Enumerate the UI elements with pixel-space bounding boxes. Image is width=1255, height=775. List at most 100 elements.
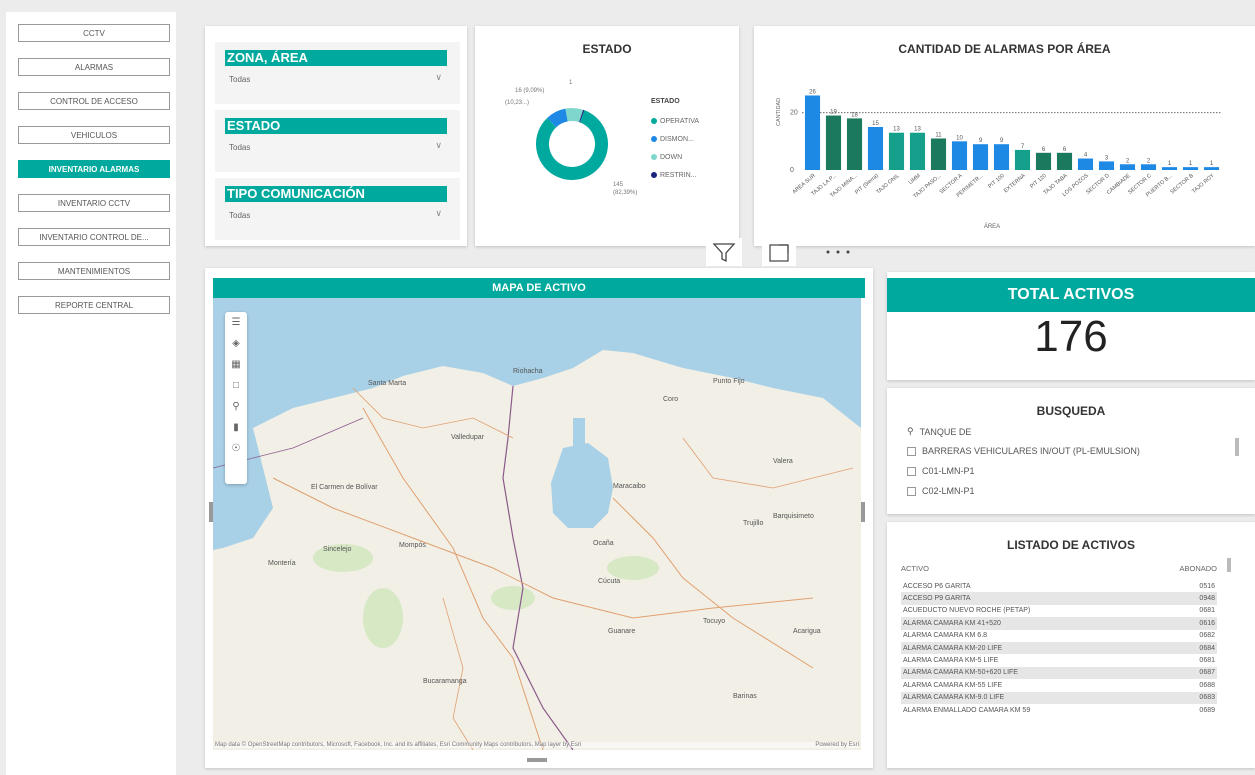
chevron-down-icon[interactable]: ∨ — [435, 140, 442, 151]
bar-data-label: 13 — [893, 127, 900, 133]
estado-chart-card[interactable]: ESTADO 145 (82,39%) 16 (9,09%) (10,23...) 1 … — [475, 26, 739, 246]
table-row[interactable]: ACCESO P9 GARITA 0948 — [901, 592, 1217, 605]
nav-button[interactable]: MANTENIMIENTOS — [18, 262, 170, 280]
cell-abonado: 0687 — [1199, 669, 1215, 677]
y-axis-label: CANTIDAD — [776, 98, 782, 126]
bar[interactable] — [972, 144, 989, 170]
nav-button[interactable]: INVENTARIO CONTROL DE... — [18, 228, 170, 246]
bar[interactable] — [1161, 167, 1178, 170]
bar[interactable] — [888, 132, 905, 170]
bar-data-label: 13 — [914, 127, 921, 133]
resize-handle[interactable] — [209, 502, 213, 522]
chevron-down-icon[interactable]: ∨ — [435, 72, 442, 83]
analytics-icon[interactable]: ▮ — [225, 417, 247, 438]
cell-activo: ALARMA CAMARA KM-55 LIFE — [903, 681, 1003, 689]
scrollbar[interactable] — [1227, 558, 1231, 572]
search-option[interactable]: BARRERAS VEHICULARES IN/OUT (PL-EMULSION… — [907, 446, 1140, 456]
table-row[interactable]: ALARMA CAMARA KM-9.0 LIFE 0683 — [901, 691, 1217, 704]
filter-icon[interactable] — [706, 238, 742, 266]
resize-handle[interactable] — [861, 502, 865, 522]
bar[interactable] — [867, 127, 884, 170]
table-row[interactable]: ALARMA CAMARA KM 6.8 0682 — [901, 630, 1217, 642]
scrollbar[interactable] — [1235, 438, 1239, 456]
table-row[interactable]: ACUEDUCTO NUEVO ROCHE (PETAP) 0681 — [901, 605, 1217, 617]
bar[interactable] — [1056, 152, 1073, 170]
chevron-down-icon[interactable]: ∨ — [435, 208, 442, 219]
nav-button[interactable]: VEHICULOS — [18, 126, 170, 144]
table-row[interactable]: ALARMA CAMARA KM 41+520 0616 — [901, 617, 1217, 630]
bar-data-label: 11 — [935, 132, 942, 138]
search-input[interactable]: ⚲ TANQUE DE — [907, 426, 971, 437]
slicer-zona-area[interactable]: ZONA, ÁREA Todas ∨ — [215, 42, 460, 104]
visual-header-icons — [706, 238, 850, 266]
legend-item[interactable]: DISMON... — [651, 130, 699, 148]
table-row[interactable]: ALARMA CAMARA KM-50+620 LIFE 0687 — [901, 666, 1217, 680]
legend-dot — [651, 172, 657, 178]
map-place-label: Tocuyo — [703, 618, 726, 625]
layers-icon[interactable]: ◈ — [225, 333, 247, 354]
bar-chart[interactable]: CANTIDAD02026AREA SUR19TAJO LA P...18TAJ… — [754, 26, 1255, 246]
table-row[interactable]: ALARMA CAMARA KM-5 LIFE 0681 — [901, 654, 1217, 666]
pin-icon[interactable]: ☉ — [225, 438, 247, 459]
table-row[interactable]: ALARMA ENMALLADO CAMARA KM 59 0689 — [901, 704, 1217, 716]
table-row[interactable]: ACCESO P6 GARITA 0516 — [901, 580, 1217, 592]
table-row[interactable]: ALARMA CAMARA KM-55 LIFE 0688 — [901, 679, 1217, 691]
bar[interactable] — [1098, 161, 1115, 170]
legend-item[interactable]: RESTRIN... — [651, 166, 699, 184]
legend-item[interactable]: DOWN — [651, 148, 699, 166]
bar[interactable] — [993, 144, 1010, 170]
slicer-value: Todas — [229, 143, 251, 152]
powered-by-text[interactable]: Powered by Esri — [815, 742, 859, 748]
slicer-estado[interactable]: ESTADO Todas ∨ — [215, 110, 460, 172]
search-option[interactable]: C02-LMN-P1 — [907, 486, 975, 496]
checkbox[interactable] — [907, 446, 916, 456]
bar-data-label: 2 — [1126, 158, 1130, 164]
column-header-activo[interactable]: ACTIVO — [901, 564, 929, 573]
bar[interactable] — [1035, 152, 1052, 170]
search-icon[interactable]: ⚲ — [225, 396, 247, 417]
more-options-icon[interactable] — [826, 250, 850, 254]
bar[interactable] — [1140, 164, 1157, 170]
cell-activo: ALARMA CAMARA KM-20 LIFE — [903, 644, 1003, 652]
bar[interactable] — [951, 141, 968, 170]
nav-button[interactable]: REPORTE CENTRAL — [18, 296, 170, 314]
nav-button[interactable]: INVENTARIO CCTV — [18, 194, 170, 212]
bar[interactable] — [930, 138, 947, 170]
search-option[interactable]: C01-LMN-P1 — [907, 466, 975, 476]
donut-chart[interactable]: 145 (82,39%) 16 (9,09%) (10,23...) 1 — [475, 26, 739, 246]
bar[interactable] — [1014, 149, 1031, 170]
resize-handle[interactable] — [527, 758, 547, 762]
bar[interactable] — [846, 118, 863, 170]
map-viewport[interactable]: Santa Marta Riohacha Valledupar El Carmen d… — [213, 298, 861, 750]
column-header-abonado[interactable]: ABONADO — [1179, 564, 1217, 573]
table-row[interactable]: ALARMA CAMARA KM-20 LIFE 0684 — [901, 641, 1217, 655]
bar[interactable] — [804, 95, 821, 170]
bar[interactable] — [1077, 158, 1094, 170]
grid-icon[interactable]: ▦ — [225, 354, 247, 375]
bar[interactable] — [1203, 167, 1220, 170]
cell-abonado: 0683 — [1199, 694, 1215, 702]
nav-button[interactable]: CONTROL DE ACCESO — [18, 92, 170, 110]
nav-button[interactable]: ALARMAS — [18, 58, 170, 76]
bar-data-label: 19 — [830, 110, 837, 116]
menu-icon[interactable]: ☰ — [225, 312, 247, 333]
map-title: MAPA DE ACTIVO — [213, 278, 865, 298]
bar[interactable] — [1119, 164, 1136, 170]
nav-button[interactable]: INVENTARIO ALARMAS — [18, 160, 170, 178]
bar[interactable] — [909, 132, 926, 170]
bar[interactable] — [825, 115, 842, 170]
focus-mode-icon[interactable] — [762, 238, 796, 266]
select-icon[interactable]: □ — [225, 375, 247, 396]
map-card: MAPA DE ACTIVO Santa Marta Riohacha Vall… — [205, 268, 873, 768]
checkbox[interactable] — [907, 486, 916, 496]
map-place-label: Ocaña — [593, 540, 614, 547]
donut-data-label: 16 (9,09%) — [515, 88, 544, 94]
bar[interactable] — [1182, 167, 1199, 170]
nav-button[interactable]: CCTV — [18, 24, 170, 42]
legend-item[interactable]: OPERATIVA — [651, 112, 699, 130]
legend-label: RESTRIN... — [660, 171, 697, 179]
checkbox[interactable] — [907, 466, 916, 476]
slicer-tipo-comunicacion[interactable]: TIPO COMUNICACIÓN Todas ∨ — [215, 178, 460, 240]
bar-chart-card[interactable]: CANTIDAD DE ALARMAS POR ÁREA CANTIDAD 0 20… — [754, 26, 1255, 246]
busqueda-card: BUSQUEDA ⚲ TANQUE DE BARRERAS VEHICULARE… — [887, 388, 1255, 514]
